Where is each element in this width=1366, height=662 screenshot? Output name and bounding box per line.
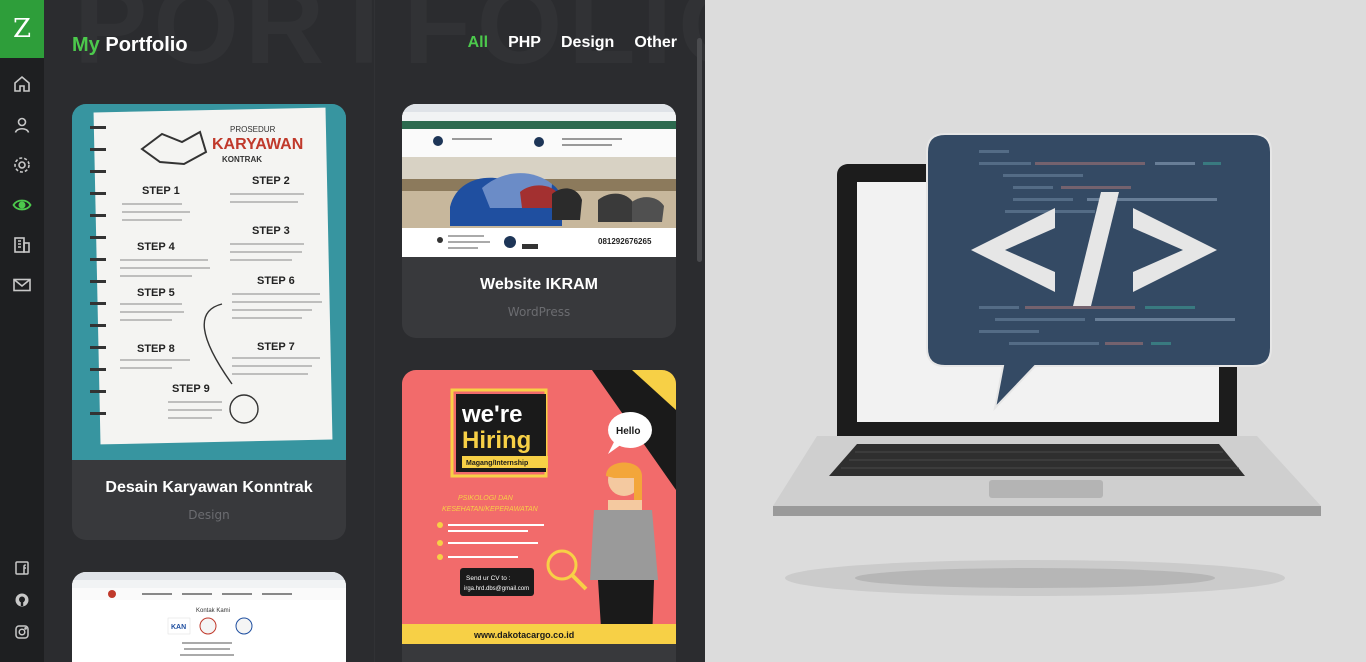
thumb-step-2: STEP 2 — [252, 175, 290, 187]
thumb-hiring-field2: KESEHATAN/KEPERAWATAN — [442, 506, 539, 513]
logo[interactable]: Z — [0, 0, 44, 58]
thumb-hiring-field1: PSIKOLOGI DAN — [458, 495, 514, 502]
thumb-step-6: STEP 6 — [257, 275, 295, 287]
column-divider — [374, 0, 375, 662]
page-title-accent: My — [72, 34, 100, 56]
filter-php[interactable]: PHP — [508, 34, 541, 52]
thumb-hiring-ribbon: Magang/Internship — [466, 460, 528, 467]
thumb-hiring-cta: Send ur CV to : — [466, 575, 511, 582]
thumb-step-1: STEP 1 — [142, 185, 180, 197]
gear-icon[interactable] — [12, 155, 32, 175]
github-icon[interactable] — [12, 590, 32, 610]
filter-other[interactable]: Other — [634, 34, 677, 52]
card-thumbnail-ikram: 081292676265 — [402, 104, 676, 257]
thumb-kontak-logo: KAN — [171, 624, 186, 631]
thumb-hiring-line1: we're — [461, 401, 522, 428]
facebook-icon[interactable] — [12, 558, 32, 578]
thumb-ikram-phone: 081292676265 — [598, 237, 652, 246]
card-category: WordPress — [507, 305, 571, 319]
portfolio-card-hiring[interactable]: we're Hiring Magang/Internship Hello PSI… — [402, 370, 676, 662]
instagram-icon[interactable] — [12, 622, 32, 642]
laptop-code-illustration — [773, 133, 1321, 596]
card-title[interactable]: Desain Karyawan Konntrak — [72, 479, 346, 497]
eye-icon[interactable] — [12, 195, 32, 215]
thumb-step-4: STEP 4 — [137, 241, 176, 253]
portfolio-card-kontak[interactable]: Kontak Kami KAN — [72, 572, 346, 662]
thumb-karyawan-heading-main: KARYAWAN — [212, 136, 303, 153]
home-icon[interactable] — [12, 74, 32, 94]
thumb-step-8: STEP 8 — [137, 343, 175, 355]
thumb-kontak-heading: Kontak Kami — [196, 608, 230, 614]
thumb-karyawan-heading-top: PROSEDUR — [230, 125, 276, 134]
card-thumbnail-karyawan: PROSEDUR KARYAWAN KONTRAK STEP 1 STEP 2 … — [72, 104, 346, 460]
thumb-hiring-website: www.dakotacargo.co.id — [473, 630, 574, 640]
filter-design[interactable]: Design — [561, 34, 614, 52]
thumb-hiring-line2: Hiring — [462, 427, 531, 454]
page-title: My Portfolio — [72, 34, 188, 57]
building-icon[interactable] — [12, 235, 32, 255]
portfolio-card-desain-karyawan[interactable]: PROSEDUR KARYAWAN KONTRAK STEP 1 STEP 2 … — [72, 104, 346, 540]
thumb-step-7: STEP 7 — [257, 341, 295, 353]
hero-illustration — [705, 0, 1366, 662]
thumb-karyawan-heading-sub: KONTRAK — [222, 155, 262, 164]
portfolio-card-website-ikram[interactable]: 081292676265 Website IKRAM WordPress — [402, 104, 676, 338]
card-title[interactable]: Website IKRAM — [402, 276, 676, 294]
page-title-rest: Portfolio — [105, 34, 188, 56]
thumb-step-3: STEP 3 — [252, 225, 290, 237]
thumb-hiring-bubble: Hello — [616, 426, 640, 437]
sidebar: Z — [0, 0, 44, 662]
thumb-hiring-email: irga.hrd.dbs@gmail.com — [464, 586, 529, 592]
thumb-step-5: STEP 5 — [137, 287, 175, 299]
card-thumbnail-kontak: Kontak Kami KAN — [72, 572, 346, 662]
filter-tabs: All PHP Design Other — [468, 34, 677, 52]
portfolio-panel: PORTFOLIO My Portfolio All PHP Design Ot… — [44, 0, 705, 662]
user-icon[interactable] — [12, 115, 32, 135]
card-thumbnail-hiring: we're Hiring Magang/Internship Hello PSI… — [402, 370, 676, 644]
scrollbar[interactable] — [697, 38, 702, 262]
card-category: Design — [188, 508, 230, 522]
filter-all[interactable]: All — [468, 34, 488, 52]
thumb-step-9: STEP 9 — [172, 383, 210, 395]
mail-icon[interactable] — [12, 275, 32, 295]
